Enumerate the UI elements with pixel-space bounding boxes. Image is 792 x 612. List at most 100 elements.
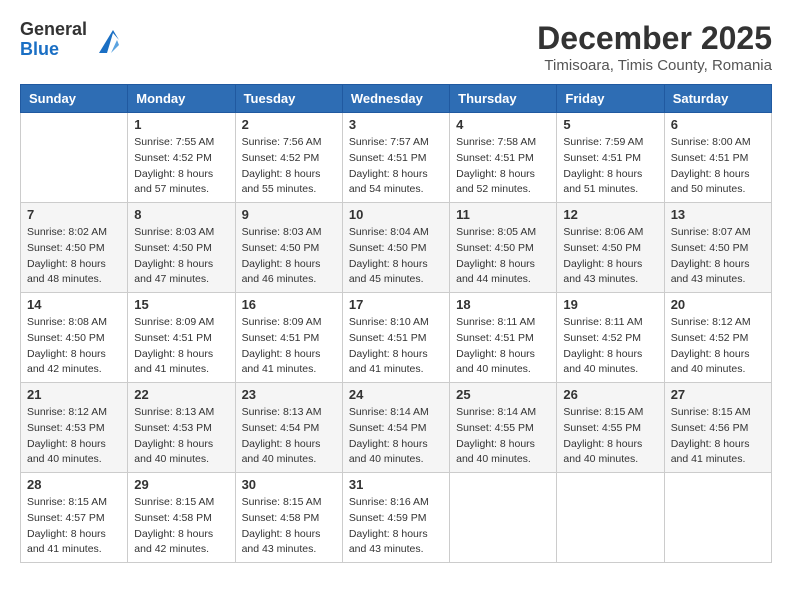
day-info: Sunrise: 8:15 AM Sunset: 4:56 PM Dayligh… [671, 405, 765, 468]
day-info: Sunrise: 7:55 AM Sunset: 4:52 PM Dayligh… [134, 135, 228, 198]
logo-icon [91, 25, 121, 55]
day-number: 26 [563, 387, 657, 402]
day-number: 21 [27, 387, 121, 402]
calendar-cell: 8Sunrise: 8:03 AM Sunset: 4:50 PM Daylig… [128, 203, 235, 293]
calendar-cell: 30 Sunrise: 8:15 AM Sunset: 4:58 PM Dayli… [235, 473, 342, 563]
day-number: 1 [134, 117, 228, 132]
calendar-header-saturday: Saturday [664, 85, 771, 113]
day-number: 10 [349, 207, 443, 222]
day-number: 6 [671, 117, 765, 132]
day-info: Sunrise: 8:15 AM Sunset: 4:57 PM Dayligh… [27, 495, 121, 558]
day-info: Sunrise: 8:09 AM Sunset: 4:51 PM Dayligh… [134, 315, 228, 378]
day-info: Sunrise: 8:03 AM Sunset: 4:50 PM Dayligh… [242, 225, 336, 288]
page-header: General Blue December 2025 Timisoara, Ti… [20, 20, 772, 74]
day-info: Sunrise: 8:06 AM Sunset: 4:50 PM Dayligh… [563, 225, 657, 288]
calendar-header-sunday: Sunday [21, 85, 128, 113]
day-info: Sunrise: 8:11 AM Sunset: 4:52 PM Dayligh… [563, 315, 657, 378]
day-number: 18 [456, 297, 550, 312]
day-number: 28 [27, 477, 121, 492]
logo: General Blue [20, 20, 121, 60]
day-info: Sunrise: 8:15 AM Sunset: 4:55 PM Dayligh… [563, 405, 657, 468]
day-info: Sunrise: 8:04 AM Sunset: 4:50 PM Dayligh… [349, 225, 443, 288]
calendar-cell: 16 Sunrise: 8:09 AM Sunset: 4:51 PM Dayli… [235, 293, 342, 383]
calendar-table: SundayMondayTuesdayWednesdayThursdayFrid… [20, 84, 772, 563]
day-number: 17 [349, 297, 443, 312]
day-number: 16 [242, 297, 336, 312]
day-number: 3 [349, 117, 443, 132]
month-title: December 2025 [537, 20, 772, 57]
calendar-cell: 12Sunrise: 8:06 AM Sunset: 4:50 PM Dayli… [557, 203, 664, 293]
day-number: 5 [563, 117, 657, 132]
day-number: 23 [242, 387, 336, 402]
day-info: Sunrise: 8:07 AM Sunset: 4:50 PM Dayligh… [671, 225, 765, 288]
calendar-cell: 18Sunrise: 8:11 AM Sunset: 4:51 PM Dayli… [450, 293, 557, 383]
day-number: 31 [349, 477, 443, 492]
calendar-cell: 10 Sunrise: 8:04 AM Sunset: 4:50 PM Dayli… [342, 203, 449, 293]
day-number: 2 [242, 117, 336, 132]
calendar-cell: 22 Sunrise: 8:13 AM Sunset: 4:53 PM Dayli… [128, 383, 235, 473]
calendar-week-row: 7 Sunrise: 8:02 AM Sunset: 4:50 PM Daylig… [21, 203, 772, 293]
calendar-cell [21, 113, 128, 203]
day-info: Sunrise: 8:14 AM Sunset: 4:54 PM Dayligh… [349, 405, 443, 468]
day-number: 20 [671, 297, 765, 312]
calendar-cell: 23 Sunrise: 8:13 AM Sunset: 4:54 PM Dayli… [235, 383, 342, 473]
day-number: 29 [134, 477, 228, 492]
calendar-cell: 1 Sunrise: 7:55 AM Sunset: 4:52 PM Daylig… [128, 113, 235, 203]
day-info: Sunrise: 8:09 AM Sunset: 4:51 PM Dayligh… [242, 315, 336, 378]
calendar-header-monday: Monday [128, 85, 235, 113]
calendar-week-row: 14 Sunrise: 8:08 AM Sunset: 4:50 PM Dayli… [21, 293, 772, 383]
calendar-cell: 11 Sunrise: 8:05 AM Sunset: 4:50 PM Dayli… [450, 203, 557, 293]
logo-general: General [20, 20, 87, 40]
calendar-header-thursday: Thursday [450, 85, 557, 113]
day-info: Sunrise: 8:08 AM Sunset: 4:50 PM Dayligh… [27, 315, 121, 378]
day-number: 30 [242, 477, 336, 492]
calendar-cell: 17 Sunrise: 8:10 AM Sunset: 4:51 PM Dayli… [342, 293, 449, 383]
calendar-week-row: 28 Sunrise: 8:15 AM Sunset: 4:57 PM Dayli… [21, 473, 772, 563]
day-number: 19 [563, 297, 657, 312]
day-number: 8 [134, 207, 228, 222]
calendar-cell [664, 473, 771, 563]
day-info: Sunrise: 8:10 AM Sunset: 4:51 PM Dayligh… [349, 315, 443, 378]
calendar-cell: 14 Sunrise: 8:08 AM Sunset: 4:50 PM Dayli… [21, 293, 128, 383]
day-number: 13 [671, 207, 765, 222]
calendar-week-row: 21Sunrise: 8:12 AM Sunset: 4:53 PM Dayli… [21, 383, 772, 473]
day-number: 9 [242, 207, 336, 222]
calendar-cell: 28 Sunrise: 8:15 AM Sunset: 4:57 PM Dayli… [21, 473, 128, 563]
calendar-cell: 4Sunrise: 7:58 AM Sunset: 4:51 PM Daylig… [450, 113, 557, 203]
day-info: Sunrise: 8:12 AM Sunset: 4:52 PM Dayligh… [671, 315, 765, 378]
calendar-cell: 5 Sunrise: 7:59 AM Sunset: 4:51 PM Daylig… [557, 113, 664, 203]
day-number: 14 [27, 297, 121, 312]
calendar-cell: 21Sunrise: 8:12 AM Sunset: 4:53 PM Dayli… [21, 383, 128, 473]
calendar-cell: 2 Sunrise: 7:56 AM Sunset: 4:52 PM Daylig… [235, 113, 342, 203]
day-number: 25 [456, 387, 550, 402]
day-info: Sunrise: 8:15 AM Sunset: 4:58 PM Dayligh… [242, 495, 336, 558]
day-number: 11 [456, 207, 550, 222]
calendar-cell: 25 Sunrise: 8:14 AM Sunset: 4:55 PM Dayli… [450, 383, 557, 473]
day-info: Sunrise: 8:00 AM Sunset: 4:51 PM Dayligh… [671, 135, 765, 198]
calendar-cell: 9 Sunrise: 8:03 AM Sunset: 4:50 PM Daylig… [235, 203, 342, 293]
day-info: Sunrise: 7:58 AM Sunset: 4:51 PM Dayligh… [456, 135, 550, 198]
day-number: 15 [134, 297, 228, 312]
day-info: Sunrise: 8:16 AM Sunset: 4:59 PM Dayligh… [349, 495, 443, 558]
day-info: Sunrise: 7:56 AM Sunset: 4:52 PM Dayligh… [242, 135, 336, 198]
calendar-header-tuesday: Tuesday [235, 85, 342, 113]
day-info: Sunrise: 8:02 AM Sunset: 4:50 PM Dayligh… [27, 225, 121, 288]
calendar-cell: 26 Sunrise: 8:15 AM Sunset: 4:55 PM Dayli… [557, 383, 664, 473]
calendar-cell: 31 Sunrise: 8:16 AM Sunset: 4:59 PM Dayli… [342, 473, 449, 563]
day-info: Sunrise: 8:13 AM Sunset: 4:54 PM Dayligh… [242, 405, 336, 468]
day-info: Sunrise: 8:15 AM Sunset: 4:58 PM Dayligh… [134, 495, 228, 558]
calendar-header-wednesday: Wednesday [342, 85, 449, 113]
title-section: December 2025 Timisoara, Timis County, R… [537, 20, 772, 74]
calendar-header-friday: Friday [557, 85, 664, 113]
day-info: Sunrise: 8:14 AM Sunset: 4:55 PM Dayligh… [456, 405, 550, 468]
calendar-cell: 27Sunrise: 8:15 AM Sunset: 4:56 PM Dayli… [664, 383, 771, 473]
calendar-cell [450, 473, 557, 563]
calendar-week-row: 1 Sunrise: 7:55 AM Sunset: 4:52 PM Daylig… [21, 113, 772, 203]
calendar-cell: 20 Sunrise: 8:12 AM Sunset: 4:52 PM Dayli… [664, 293, 771, 383]
location: Timisoara, Timis County, Romania [537, 57, 772, 74]
day-info: Sunrise: 7:59 AM Sunset: 4:51 PM Dayligh… [563, 135, 657, 198]
day-info: Sunrise: 8:13 AM Sunset: 4:53 PM Dayligh… [134, 405, 228, 468]
day-number: 7 [27, 207, 121, 222]
day-number: 22 [134, 387, 228, 402]
day-info: Sunrise: 8:05 AM Sunset: 4:50 PM Dayligh… [456, 225, 550, 288]
